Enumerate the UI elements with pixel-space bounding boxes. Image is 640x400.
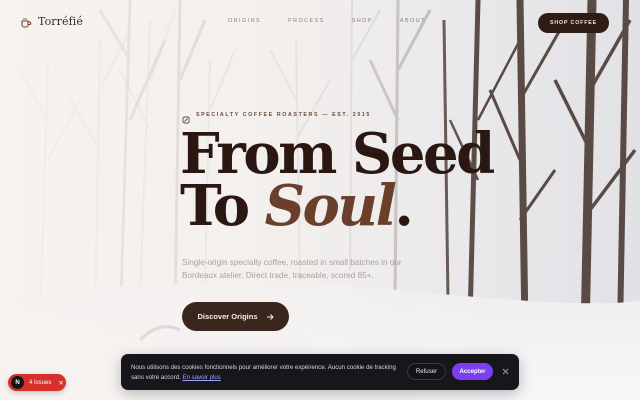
cookie-message: Nous utilisons des cookies fonctionnels …	[131, 364, 396, 381]
hero-title-prefix: To	[180, 173, 265, 239]
close-icon[interactable]	[499, 365, 511, 377]
hero-title: From Seed To Soul.	[180, 126, 495, 234]
discover-origins-label: Discover Origins	[197, 312, 258, 321]
cookie-refuse-button[interactable]: Refuser	[407, 363, 446, 380]
coffee-bean-icon	[182, 111, 190, 124]
cookie-learn-more-link[interactable]: En savoir plus	[183, 374, 221, 381]
nav-item-shop[interactable]: Shop	[352, 18, 373, 24]
cookie-text: Nous utilisons des cookies fonctionnels …	[131, 363, 396, 383]
hero-eyebrow: Specialty coffee roasters — Est. 2015	[182, 111, 371, 124]
arrow-right-icon	[266, 313, 274, 321]
cookie-banner: Nous utilisons des cookies fonctionnels …	[121, 354, 519, 390]
brand-name: Torréfié	[38, 15, 84, 28]
eyebrow-text: Specialty coffee roasters — Est. 2015	[196, 112, 371, 118]
hero-title-suffix: .	[394, 173, 414, 239]
nav-item-origins[interactable]: Origins	[228, 18, 261, 24]
hero-title-accent: Soul	[264, 173, 397, 239]
shop-coffee-button[interactable]: Shop Coffee	[538, 13, 609, 33]
hero-subtitle: Single-origin specialty coffee, roasted …	[182, 258, 402, 280]
issues-close-icon[interactable]: ✕	[58, 379, 63, 387]
issues-indicator[interactable]: N 4 Issues ✕	[8, 374, 66, 391]
nav-item-process[interactable]: Process	[288, 18, 325, 24]
next-logo-icon: N	[11, 376, 24, 389]
brand-logo[interactable]: Torréfié	[20, 15, 83, 28]
hero-title-line2: To Soul.	[180, 178, 493, 234]
discover-origins-button[interactable]: Discover Origins	[182, 302, 289, 331]
main-nav: Origins Process Shop About	[228, 18, 426, 24]
site-header: Torréfié Origins Process Shop About Shop…	[0, 0, 640, 46]
cookie-accept-button[interactable]: Accepter	[452, 363, 493, 380]
nav-item-about[interactable]: About	[400, 18, 426, 24]
coffee-cup-icon	[20, 16, 32, 28]
issues-count: 4 Issues	[29, 379, 52, 386]
